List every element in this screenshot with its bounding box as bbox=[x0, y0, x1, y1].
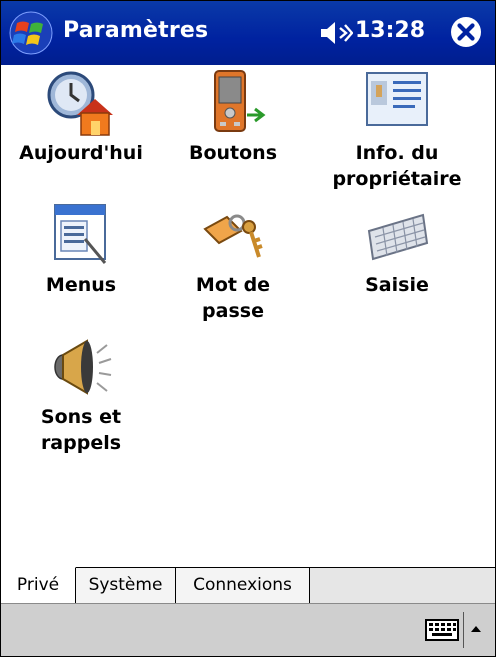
password-keys-icon bbox=[203, 214, 263, 258]
owner-info-card-icon bbox=[366, 72, 428, 126]
settings-content: Aujourd'hui Boutons Info. du propriétair… bbox=[1, 65, 495, 567]
tab-bar: Privé Système Connexions bbox=[1, 567, 495, 603]
speaker-icon[interactable] bbox=[319, 20, 353, 46]
tile-input[interactable]: Saisie bbox=[322, 201, 472, 299]
tile-label-second: propriétaire bbox=[332, 168, 462, 190]
tile-label: Aujourd'hui bbox=[19, 142, 143, 164]
tile-label-second: rappels bbox=[40, 432, 122, 454]
keyboard-icon[interactable] bbox=[425, 618, 459, 642]
tab-systeme[interactable]: Système bbox=[76, 567, 176, 603]
clock[interactable]: 13:28 bbox=[355, 18, 425, 43]
divider bbox=[463, 612, 464, 648]
title-bar: Paramètres 13:28 bbox=[1, 1, 495, 65]
close-icon[interactable] bbox=[449, 15, 483, 49]
up-arrow-icon[interactable] bbox=[469, 622, 483, 636]
tab-prive[interactable]: Privé bbox=[1, 567, 76, 603]
today-clock-house-icon bbox=[47, 71, 113, 136]
windows-flag-icon[interactable] bbox=[7, 11, 57, 55]
tile-label: Mot de bbox=[195, 274, 271, 296]
sounds-speaker-icon bbox=[54, 339, 112, 395]
tile-label: Menus bbox=[45, 274, 117, 296]
tile-menus[interactable]: Menus bbox=[6, 201, 156, 299]
tile-owner-info[interactable]: Info. du propriétaire bbox=[322, 69, 472, 191]
tile-today[interactable]: Aujourd'hui bbox=[6, 69, 156, 167]
tile-label: Saisie bbox=[365, 274, 429, 296]
buttons-device-icon bbox=[214, 70, 266, 132]
tile-label: Info. du bbox=[355, 142, 439, 164]
window-title: Paramètres bbox=[63, 18, 209, 43]
pocket-pc-screen: Paramètres 13:28 Aujourd'hui Boutons Inf… bbox=[0, 0, 496, 657]
tile-sounds[interactable]: Sons et rappels bbox=[6, 333, 156, 455]
tile-password[interactable]: Mot de passe bbox=[158, 201, 308, 323]
menus-window-icon bbox=[54, 204, 107, 264]
keyboard-input-icon bbox=[367, 213, 429, 261]
tile-label: Sons et bbox=[40, 406, 122, 428]
tile-label-second: passe bbox=[202, 300, 264, 322]
command-bar bbox=[1, 603, 495, 656]
tile-buttons[interactable]: Boutons bbox=[158, 69, 308, 167]
tab-connexions[interactable]: Connexions bbox=[176, 567, 310, 603]
tile-label: Boutons bbox=[188, 142, 278, 164]
